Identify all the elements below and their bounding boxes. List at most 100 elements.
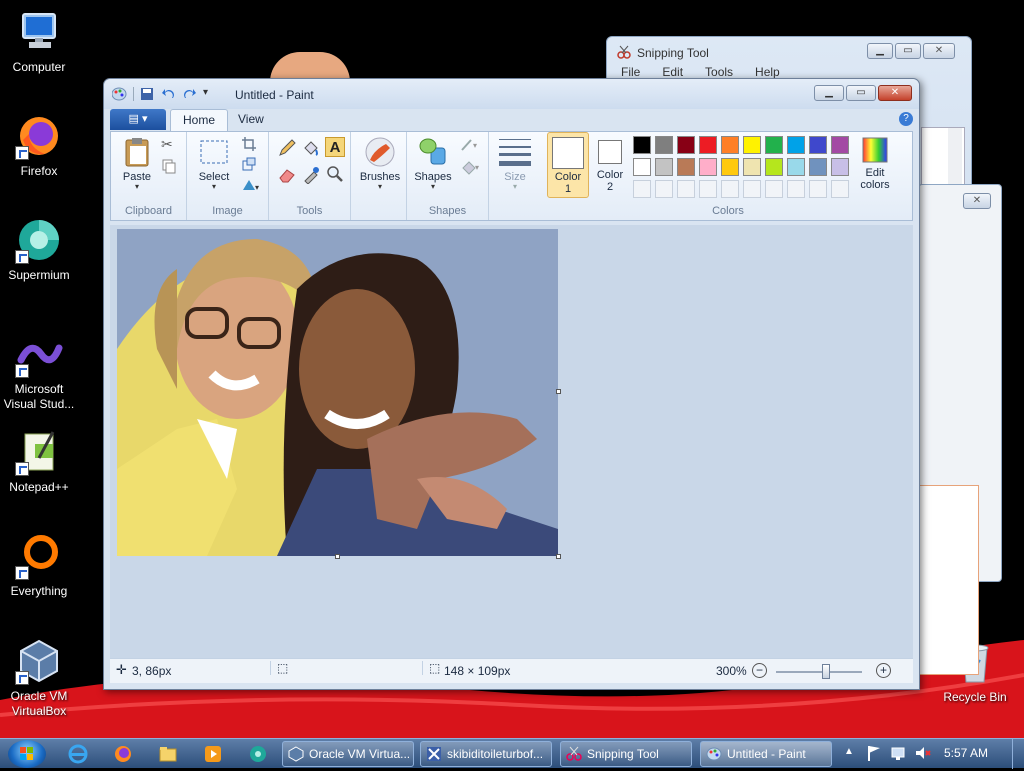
tab-view[interactable]: View: [226, 109, 276, 131]
palette-color-swatch[interactable]: [655, 158, 673, 176]
taskbar-button-snipping-tool[interactable]: Snipping Tool: [560, 741, 692, 767]
media-player-icon[interactable]: [203, 744, 223, 764]
copy-icon[interactable]: [161, 158, 181, 178]
supermium-taskbar-icon[interactable]: [248, 744, 268, 764]
system-clock[interactable]: 5:57 AM: [944, 746, 988, 760]
palette-color-swatch[interactable]: [721, 136, 739, 154]
palette-color-swatch[interactable]: [699, 158, 717, 176]
paste-button[interactable]: Paste ▾: [117, 136, 157, 191]
palette-color-swatch[interactable]: [677, 136, 695, 154]
canvas-image-photo[interactable]: [117, 229, 558, 556]
close-button[interactable]: ✕: [963, 193, 991, 209]
palette-custom-swatch[interactable]: [633, 180, 651, 198]
palette-custom-swatch[interactable]: [831, 180, 849, 198]
minimize-button[interactable]: ▁: [867, 43, 893, 59]
taskbar-button-virtualbox[interactable]: Oracle VM Virtua...: [282, 741, 414, 767]
canvas-area[interactable]: [110, 225, 913, 658]
action-center-flag-icon[interactable]: [866, 744, 886, 764]
palette-color-swatch[interactable]: [743, 136, 761, 154]
color-picker-icon[interactable]: [301, 164, 321, 185]
zoom-in-button[interactable]: +: [876, 663, 891, 678]
redo-icon[interactable]: [182, 87, 197, 101]
text-icon[interactable]: A: [325, 137, 345, 157]
minimize-button[interactable]: ▁: [814, 85, 844, 101]
palette-color-swatch[interactable]: [787, 158, 805, 176]
zoom-slider[interactable]: [776, 664, 862, 679]
palette-custom-swatch[interactable]: [743, 180, 761, 198]
paint-window[interactable]: ▾ Untitled - Paint ▁ ▭ ✕ ▤ ▾ Home View ?…: [103, 78, 920, 690]
palette-color-swatch[interactable]: [765, 158, 783, 176]
pencil-icon[interactable]: [277, 138, 297, 158]
zoom-slider-thumb[interactable]: [821, 664, 830, 679]
volume-muted-icon[interactable]: [914, 744, 934, 764]
palette-color-swatch[interactable]: [809, 158, 827, 176]
palette-color-swatch[interactable]: [765, 136, 783, 154]
cut-icon[interactable]: ✂: [161, 136, 181, 156]
desktop-icon-computer[interactable]: Computer: [0, 8, 78, 75]
resize-handle-corner[interactable]: [556, 554, 561, 559]
taskbar-button-paint[interactable]: Untitled - Paint: [700, 741, 832, 767]
internet-explorer-icon[interactable]: [68, 744, 88, 764]
resize-handle-bottom[interactable]: [335, 554, 340, 559]
show-desktop-button[interactable]: [1012, 739, 1024, 769]
palette-custom-swatch[interactable]: [787, 180, 805, 198]
shapes-button[interactable]: Shapes ▾: [411, 136, 455, 191]
desktop-icon-firefox[interactable]: Firefox: [0, 112, 78, 179]
fill-icon[interactable]: [301, 138, 321, 158]
file-menu-button[interactable]: ▤ ▾: [110, 109, 166, 130]
rotate-icon[interactable]: ▾: [241, 176, 261, 196]
brushes-button[interactable]: Brushes ▾: [355, 136, 405, 191]
maximize-button[interactable]: ▭: [846, 85, 876, 101]
eraser-icon[interactable]: [277, 164, 297, 184]
desktop-icon-virtualbox[interactable]: Oracle VM VirtualBox: [0, 637, 78, 719]
select-button[interactable]: Select ▾: [191, 136, 237, 191]
palette-color-swatch[interactable]: [699, 136, 717, 154]
paint-app-icon[interactable]: [111, 87, 127, 101]
palette-custom-swatch[interactable]: [721, 180, 739, 198]
zoom-out-button[interactable]: −: [752, 663, 767, 678]
palette-custom-swatch[interactable]: [765, 180, 783, 198]
color1-button[interactable]: Color 1: [547, 132, 589, 198]
size-button[interactable]: Size ▾: [495, 136, 535, 191]
help-icon[interactable]: ?: [899, 112, 913, 126]
palette-color-swatch[interactable]: [721, 158, 739, 176]
customize-toolbar-icon[interactable]: ▾: [203, 87, 213, 101]
save-icon[interactable]: [140, 87, 155, 101]
resize-icon[interactable]: [241, 156, 261, 176]
close-button[interactable]: ✕: [923, 43, 955, 59]
palette-color-swatch[interactable]: [743, 158, 761, 176]
palette-custom-swatch[interactable]: [809, 180, 827, 198]
close-button[interactable]: ✕: [878, 85, 912, 101]
resize-handle-right[interactable]: [556, 389, 561, 394]
palette-custom-swatch[interactable]: [655, 180, 673, 198]
edit-colors-button[interactable]: Edit colors: [855, 136, 895, 191]
desktop-icon-visual-studio[interactable]: Microsoft Visual Stud...: [0, 330, 78, 412]
palette-color-swatch[interactable]: [809, 136, 827, 154]
desktop-icon-everything[interactable]: Everything: [0, 532, 78, 599]
palette-color-swatch[interactable]: [677, 158, 695, 176]
show-hidden-icons-icon[interactable]: ▲: [844, 746, 856, 766]
palette-color-swatch[interactable]: [831, 136, 849, 154]
magnifier-icon[interactable]: [325, 164, 345, 184]
desktop-icon-supermium[interactable]: Supermium: [0, 216, 78, 283]
outline-icon[interactable]: ▾: [459, 136, 479, 156]
palette-custom-swatch[interactable]: [699, 180, 717, 198]
firefox-taskbar-icon[interactable]: [113, 744, 133, 764]
background-window[interactable]: ✕: [918, 184, 1002, 675]
palette-color-swatch[interactable]: [655, 136, 673, 154]
maximize-button[interactable]: ▭: [895, 43, 921, 59]
tab-home[interactable]: Home: [170, 109, 229, 131]
crop-icon[interactable]: [241, 136, 261, 156]
paint-titlebar[interactable]: ▾ Untitled - Paint ▁ ▭ ✕: [104, 79, 919, 109]
palette-color-swatch[interactable]: [633, 158, 651, 176]
taskbar-button-skibidi[interactable]: skibiditoileturbof...: [420, 741, 552, 767]
color2-button[interactable]: Color 2: [591, 136, 629, 193]
network-icon[interactable]: [890, 744, 910, 764]
desktop-icon-notepadpp[interactable]: Notepad++: [0, 428, 78, 495]
shape-fill-icon[interactable]: ▾: [459, 158, 479, 178]
undo-icon[interactable]: [161, 87, 176, 101]
palette-custom-swatch[interactable]: [677, 180, 695, 198]
palette-color-swatch[interactable]: [831, 158, 849, 176]
explorer-icon[interactable]: [158, 744, 178, 764]
palette-color-swatch[interactable]: [787, 136, 805, 154]
